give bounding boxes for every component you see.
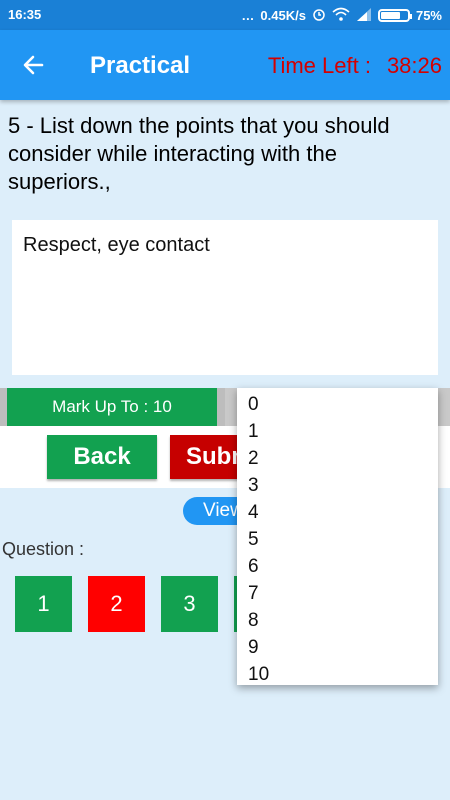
page-title: Practical (90, 52, 191, 79)
answer-field[interactable]: Respect, eye contact (12, 220, 438, 375)
network-speed: 0.45K/s (260, 8, 306, 23)
wifi-icon (332, 7, 350, 24)
question-nav-1[interactable]: 1 (15, 576, 72, 632)
battery-fill (380, 12, 401, 19)
mark-option-5[interactable]: 5 (237, 526, 438, 553)
back-button[interactable]: Back (47, 435, 157, 479)
mark-up-to-label: Mark Up To : 10 (7, 388, 217, 426)
mark-dropdown: 0 1 2 3 4 5 6 7 8 9 10 (237, 388, 438, 685)
question-nav-label: Question : (2, 539, 85, 559)
mark-option-6[interactable]: 6 (237, 553, 438, 580)
mark-option-9[interactable]: 9 (237, 634, 438, 661)
status-time: 16:35 (8, 7, 42, 22)
arrow-left-icon[interactable] (18, 50, 48, 80)
timer-label: Time Left : (267, 53, 371, 78)
dots-icon: … (241, 8, 255, 23)
mark-option-0[interactable]: 0 (237, 391, 438, 418)
question-nav-3[interactable]: 3 (161, 576, 218, 632)
mark-option-4[interactable]: 4 (237, 499, 438, 526)
status-bar: 16:35 … 0.45K/s 75% (0, 0, 450, 30)
status-icons: … 0.45K/s 75% (241, 7, 442, 24)
mark-option-1[interactable]: 1 (237, 418, 438, 445)
battery-icon (377, 9, 412, 22)
battery-percent: 75% (415, 8, 442, 23)
mark-option-10[interactable]: 10 (237, 661, 438, 688)
mark-option-3[interactable]: 3 (237, 472, 438, 499)
time-left: Time Left : 38:26 (268, 53, 442, 79)
question-text: 5 - List down the points that you should… (8, 113, 390, 194)
alarm-icon (312, 7, 326, 24)
timer-value: 38:26 (386, 53, 442, 78)
mark-option-8[interactable]: 8 (237, 607, 438, 634)
signal-icon (356, 7, 372, 24)
mark-option-2[interactable]: 2 (237, 445, 438, 472)
mark-option-7[interactable]: 7 (237, 580, 438, 607)
app-bar: Practical Time Left : 38:26 (0, 30, 450, 100)
question-nav-2[interactable]: 2 (88, 576, 145, 632)
